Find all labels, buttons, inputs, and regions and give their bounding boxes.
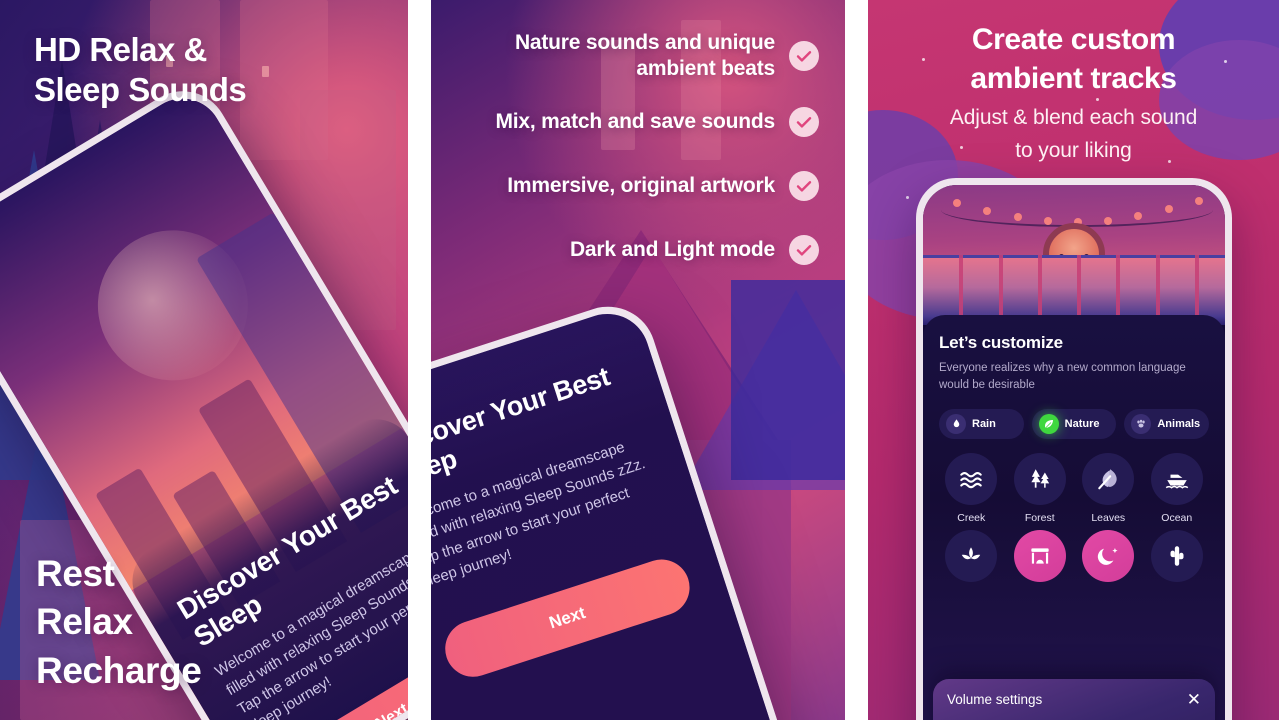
customize-subtitle: Everyone realizes why a new common langu… [939, 362, 1186, 392]
panel-3-subheading-line-1: Adjust & blend each sound [949, 106, 1198, 129]
volume-settings-title: Volume settings [947, 692, 1043, 707]
decor-star [906, 196, 909, 199]
feature-item: Mix, match and save sounds [459, 107, 819, 138]
lotus-icon[interactable] [945, 529, 998, 582]
screenshot-panel-1: Discover Your Best Sleep Welcome to a ma… [0, 0, 408, 720]
feature-label: Immersive, original artwork [507, 174, 775, 198]
sound-tile-ocean[interactable]: Ocean [1145, 452, 1210, 524]
sound-tile-label: Ocean [1161, 511, 1193, 524]
panel-1-heading-line-2: Sleep Sounds [34, 71, 247, 109]
panel-1-heading: HD Relax & Sleep Sounds [34, 30, 247, 111]
category-chip-rain[interactable]: Rain [939, 408, 1024, 439]
boat-icon[interactable] [1150, 452, 1203, 505]
sound-tile-label: Creek [957, 511, 986, 524]
feature-label: Dark and Light mode [569, 238, 775, 262]
sound-tile-leaves[interactable]: Leaves [1076, 452, 1141, 524]
feature-label: Mix, match and save sounds [495, 110, 775, 134]
cactus-icon[interactable] [1150, 529, 1203, 582]
decor-railing [731, 280, 845, 480]
panel-1-footer-line-1: Rest [36, 552, 115, 594]
panel-1-footer-text: Rest Relax Recharge [36, 550, 202, 696]
panel-1-footer-line-2: Relax [36, 601, 133, 643]
pine-trees-icon[interactable] [1013, 452, 1066, 505]
sound-tile-cactus[interactable] [1145, 529, 1210, 589]
app-store-screenshot-set: Discover Your Best Sleep Welcome to a ma… [0, 0, 1280, 720]
category-chip-animals[interactable]: Animals [1124, 408, 1210, 439]
check-circle-icon [789, 235, 819, 266]
sound-tile-label: Forest [1024, 511, 1055, 524]
volume-settings-header: Volume settings ✕ [947, 691, 1201, 708]
customize-sheet: Let’s customize Everyone realizes why a … [923, 315, 1225, 720]
category-chip-label: Animals [1157, 417, 1201, 430]
phone-mockup-3: Let’s customize Everyone realizes why a … [916, 178, 1232, 720]
leaf-icon [1038, 413, 1059, 434]
feature-list: Nature sounds and unique ambient beats M… [459, 30, 819, 291]
moon-icon[interactable] [1082, 529, 1135, 582]
check-circle-icon [789, 40, 819, 71]
sound-grid: Creek Forest Leaves Ocean [939, 452, 1210, 589]
waves-icon[interactable] [945, 452, 998, 505]
panel-divider [408, 0, 431, 720]
screenshot-panel-2: Nature sounds and unique ambient beats M… [431, 0, 845, 720]
panel-3-heading-line-2: ambient tracks [970, 62, 1177, 95]
category-chip-nature[interactable]: Nature [1031, 408, 1117, 439]
category-chip-label: Rain [972, 417, 996, 430]
volume-settings-panel: Volume settings ✕ Fireplace [933, 679, 1215, 720]
sound-tile-moon[interactable] [1076, 529, 1141, 589]
category-chip-row: Rain Nature Animals [939, 408, 1210, 439]
sound-tile-forest[interactable]: Forest [1008, 452, 1073, 524]
panel-3-heading: Create custom ambient tracks Adjust & bl… [868, 20, 1279, 165]
panel-1-footer-line-3: Recharge [36, 650, 202, 692]
panel-1-heading-line-1: HD Relax & [34, 31, 207, 68]
maple-leaf-icon[interactable] [1082, 452, 1135, 505]
sound-tile-creek[interactable]: Creek [939, 452, 1004, 524]
screenshot-panel-3: Create custom ambient tracks Adjust & bl… [868, 0, 1279, 720]
sound-tile-label: Leaves [1091, 511, 1126, 524]
panel-divider [845, 0, 868, 720]
feature-item: Immersive, original artwork [459, 171, 819, 202]
sound-tile-lotus[interactable] [939, 529, 1004, 589]
phone-3-screen: Let’s customize Everyone realizes why a … [923, 185, 1225, 720]
phone-3-illustration [923, 185, 1225, 325]
customize-title: Let’s customize [939, 333, 1063, 352]
fireplace-icon[interactable] [1013, 529, 1066, 582]
sound-tile-fireplace[interactable] [1008, 529, 1073, 589]
feature-label: Nature sounds and unique ambient beats [514, 31, 775, 80]
raindrop-icon [946, 413, 966, 434]
check-circle-icon [789, 107, 819, 138]
paw-icon [1131, 413, 1152, 434]
check-circle-icon [789, 171, 819, 202]
close-icon[interactable]: ✕ [1187, 691, 1201, 708]
feature-item: Nature sounds and unique ambient beats [459, 30, 819, 81]
feature-item: Dark and Light mode [459, 235, 819, 266]
panel-3-subheading-line-2: to your liking [1015, 139, 1132, 163]
panel-3-heading-line-1: Create custom [971, 23, 1176, 56]
category-chip-label: Nature [1064, 417, 1100, 430]
